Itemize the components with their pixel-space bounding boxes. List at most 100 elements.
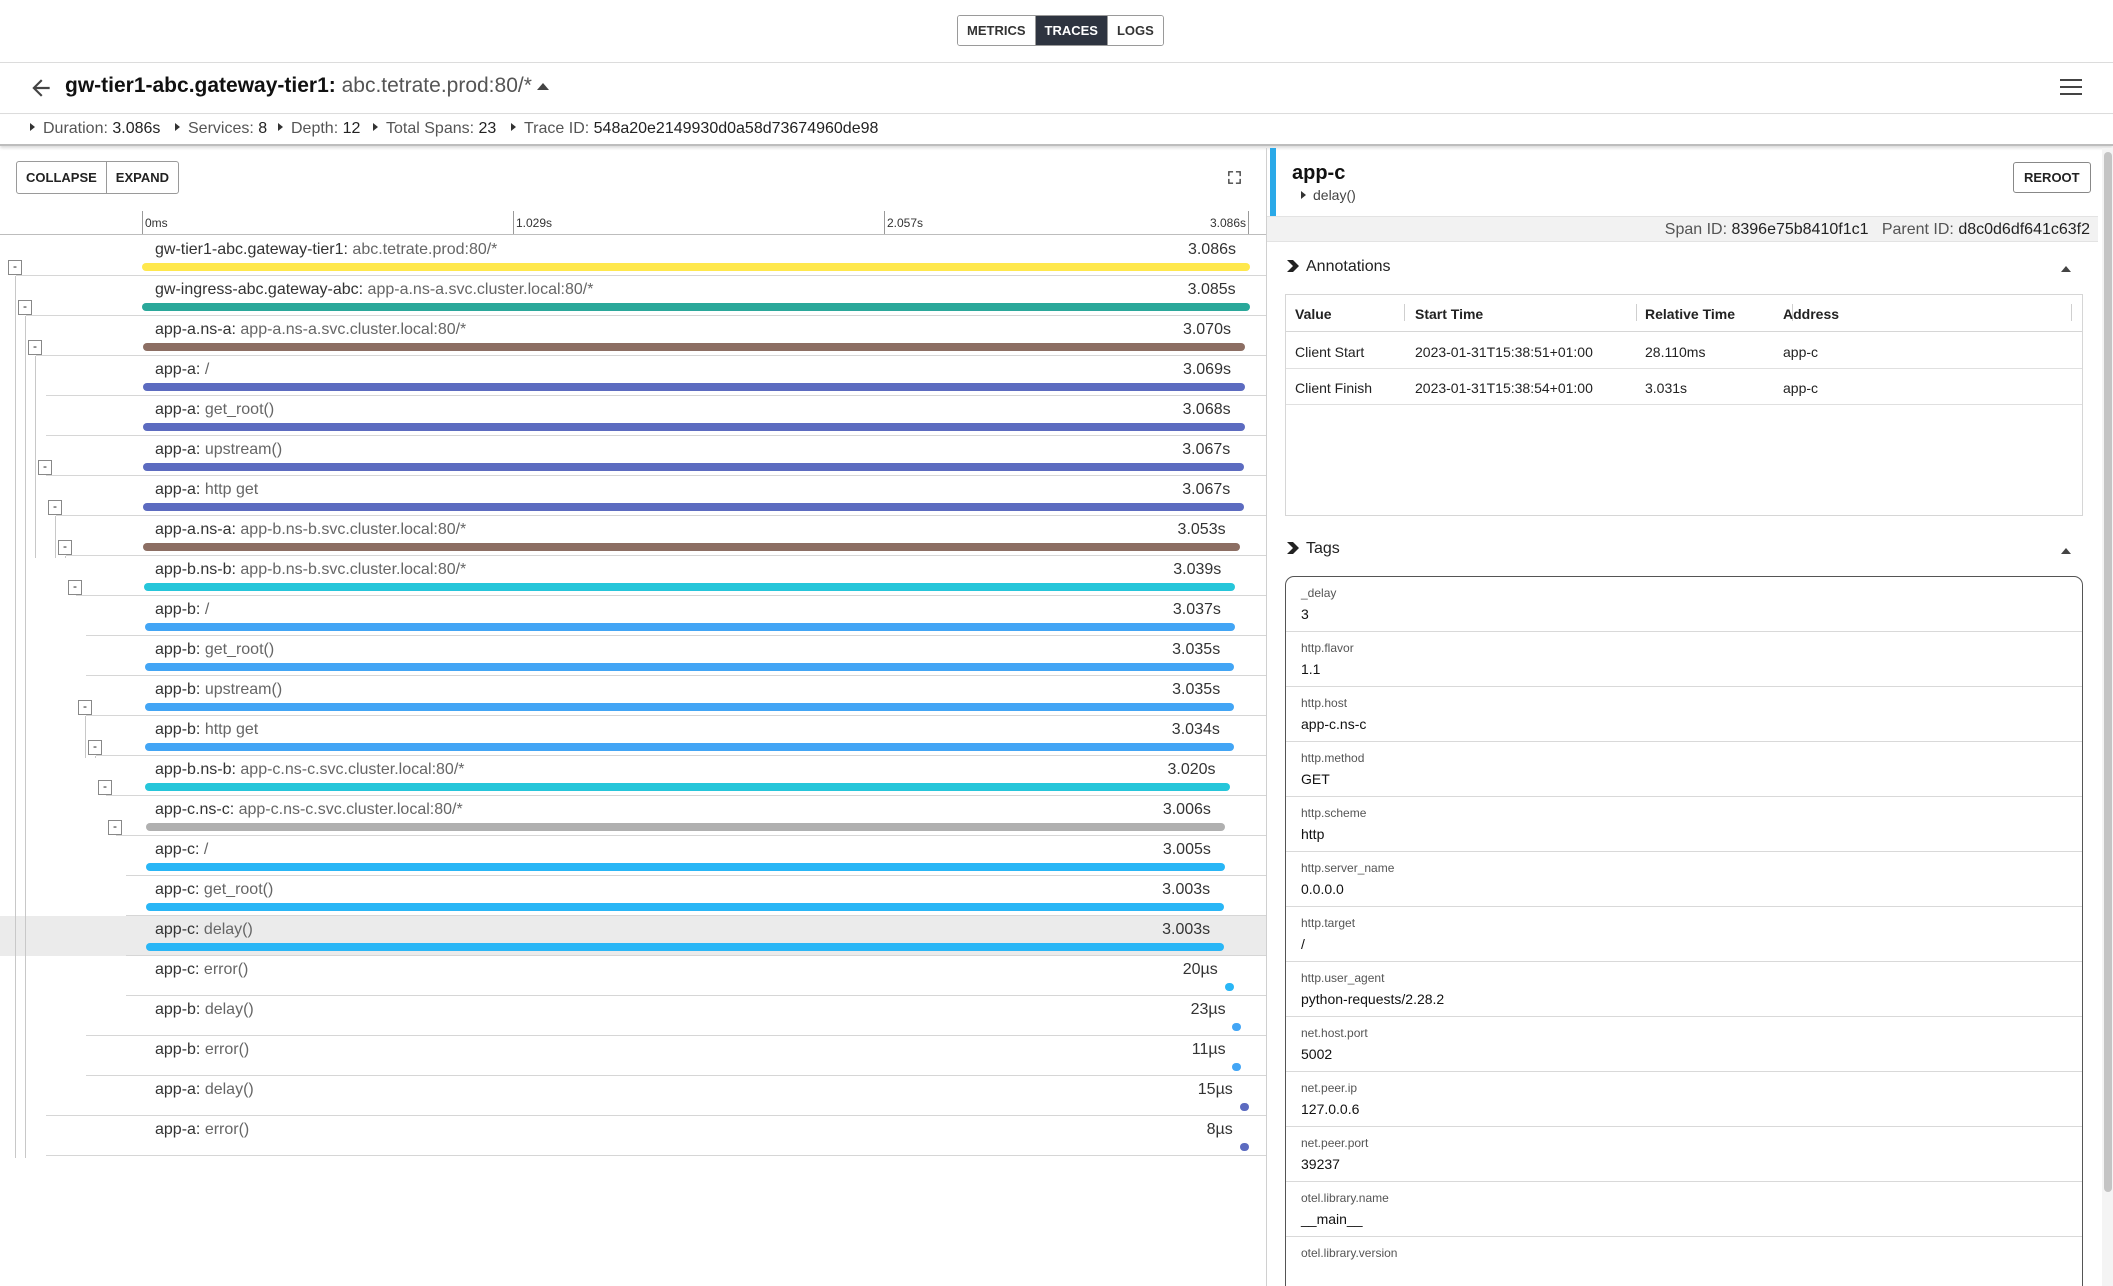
detail-scrollbar[interactable] <box>2102 148 2113 1286</box>
tree-line <box>95 756 96 758</box>
tag-item: _delay 3 <box>1286 577 2082 632</box>
span-service: app-a <box>155 401 196 418</box>
span-row[interactable]: app-a: upstream() 3.067s - <box>0 436 1266 476</box>
span-bar[interactable] <box>143 383 1245 391</box>
collapse-toggle[interactable]: - <box>98 780 112 795</box>
detail-operation[interactable]: delay() <box>1301 187 1356 203</box>
stat-duration[interactable]: Duration: 3.086s <box>30 120 160 138</box>
span-duration: 3.006s <box>1162 801 1211 818</box>
expand-button[interactable]: EXPAND <box>105 162 178 193</box>
span-bar[interactable] <box>142 263 1250 271</box>
collapse-toggle[interactable]: - <box>78 700 92 715</box>
span-row[interactable]: gw-tier1-abc.gateway-tier1: abc.tetrate.… <box>0 236 1266 276</box>
span-bar[interactable] <box>142 343 1245 351</box>
column-header-value[interactable]: Value <box>1295 306 1332 322</box>
collapse-caret-icon[interactable] <box>2061 266 2071 272</box>
back-arrow-icon[interactable] <box>28 75 54 101</box>
span-bar[interactable] <box>1232 1023 1242 1031</box>
span-bar[interactable] <box>144 583 1236 591</box>
collapse-toggle[interactable]: - <box>28 340 42 355</box>
column-header-relative-time[interactable]: Relative Time <box>1645 306 1735 322</box>
tree-line <box>25 316 26 1158</box>
span-row[interactable]: app-a: / 3.069s <box>0 356 1266 396</box>
span-label: app-c: / <box>155 841 209 858</box>
stat-total-spans[interactable]: Total Spans: 23 <box>373 120 496 138</box>
span-bar[interactable] <box>144 663 1235 671</box>
stat-services[interactable]: Services: 8 <box>175 120 267 138</box>
span-bar[interactable] <box>1239 1103 1249 1111</box>
collapse-toggle[interactable]: - <box>8 260 22 275</box>
annotations-section-header[interactable]: Annotations <box>1287 258 1391 276</box>
caret-up-icon[interactable] <box>537 83 549 90</box>
span-row[interactable]: gw-ingress-abc.gateway-abc: app-a.ns-a.s… <box>0 276 1266 316</box>
span-operation: / <box>204 601 210 618</box>
span-bar[interactable] <box>144 703 1235 711</box>
collapse-toggle[interactable]: - <box>108 820 122 835</box>
tab-traces[interactable]: TRACES <box>1034 16 1107 45</box>
tags-section-header[interactable]: Tags <box>1287 540 1340 558</box>
span-row[interactable]: app-a.ns-a: app-b.ns-b.svc.cluster.local… <box>0 516 1266 556</box>
span-bar[interactable] <box>143 463 1245 471</box>
span-bar[interactable] <box>143 543 1240 551</box>
span-row[interactable]: app-c: delay() 3.003s <box>0 916 1266 956</box>
tab-logs[interactable]: LOGS <box>1106 16 1163 45</box>
span-row[interactable]: app-b: delay() 23µs <box>0 996 1266 1036</box>
span-duration: 3.070s <box>1182 321 1231 338</box>
span-operation: abc.tetrate.prod:80/* <box>352 241 498 258</box>
span-row[interactable]: app-b: http get 3.034s - <box>0 716 1266 756</box>
parent-id-value: d8c0d6df641c63f2 <box>1958 221 2090 238</box>
span-row[interactable]: app-a.ns-a: app-a.ns-a.svc.cluster.local… <box>0 316 1266 356</box>
tag-item: http.method GET <box>1286 742 2082 797</box>
span-bar[interactable] <box>145 903 1225 911</box>
span-row[interactable]: app-a: error() 8µs <box>0 1116 1266 1156</box>
collapse-button[interactable]: COLLAPSE <box>17 162 106 193</box>
span-row[interactable]: app-b: / 3.037s <box>0 596 1266 636</box>
span-row[interactable]: app-b.ns-b: app-c.ns-c.svc.cluster.local… <box>0 756 1266 796</box>
span-row[interactable]: app-b.ns-b: app-b.ns-b.svc.cluster.local… <box>0 556 1266 596</box>
collapse-toggle[interactable]: - <box>68 580 82 595</box>
span-row[interactable]: app-c: / 3.005s <box>0 836 1266 876</box>
stat-label: Services: <box>188 120 259 137</box>
span-row[interactable]: app-a: get_root() 3.068s <box>0 396 1266 436</box>
collapse-toggle[interactable]: - <box>18 300 32 315</box>
span-duration: 8µs <box>1206 1121 1233 1138</box>
stat-depth[interactable]: Depth: 12 <box>278 120 360 138</box>
span-bar[interactable] <box>143 503 1245 511</box>
span-bar[interactable] <box>142 303 1250 311</box>
tag-key: otel.library.name <box>1301 1191 1389 1205</box>
collapse-toggle[interactable]: - <box>48 500 62 515</box>
fullscreen-icon[interactable] <box>1226 169 1243 186</box>
span-bar[interactable] <box>144 743 1234 751</box>
span-row[interactable]: app-b: get_root() 3.035s <box>0 636 1266 676</box>
hamburger-menu-icon[interactable] <box>2060 79 2082 97</box>
tree-line <box>15 276 16 1158</box>
span-row[interactable]: app-a: http get 3.067s - <box>0 476 1266 516</box>
span-row[interactable]: app-c: error() 20µs <box>0 956 1266 996</box>
column-header-start-time[interactable]: Start Time <box>1415 306 1483 322</box>
span-bar[interactable] <box>145 943 1225 951</box>
span-bar[interactable] <box>145 823 1225 831</box>
span-row[interactable]: app-c.ns-c: app-c.ns-c.svc.cluster.local… <box>0 796 1266 836</box>
span-bar[interactable] <box>143 423 1245 431</box>
span-bar[interactable] <box>144 623 1235 631</box>
collapse-toggle[interactable]: - <box>58 540 72 555</box>
span-row[interactable]: app-b: upstream() 3.035s - <box>0 676 1266 716</box>
column-header-address[interactable]: Address <box>1783 306 1839 322</box>
span-row[interactable]: app-b: error() 11µs <box>0 1036 1266 1076</box>
trace-header: gw-tier1-abc.gateway-tier1: abc.tetrate.… <box>0 63 2113 114</box>
span-bar[interactable] <box>1224 983 1234 991</box>
span-bar[interactable] <box>145 863 1225 871</box>
span-bar[interactable] <box>1232 1063 1242 1071</box>
tab-metrics[interactable]: METRICS <box>958 16 1035 45</box>
stat-trace-id[interactable]: Trace ID: 548a20e2149930d0a58d73674960de… <box>511 120 878 138</box>
collapse-toggle[interactable]: - <box>38 460 52 475</box>
span-row[interactable]: app-a: delay() 15µs <box>0 1076 1266 1116</box>
tag-key: http.flavor <box>1301 641 1354 655</box>
span-bar[interactable] <box>1239 1143 1249 1151</box>
collapse-caret-icon[interactable] <box>2061 548 2071 554</box>
scrollbar-thumb[interactable] <box>2104 152 2112 1192</box>
reroot-button[interactable]: REROOT <box>2013 162 2091 193</box>
span-row[interactable]: app-c: get_root() 3.003s <box>0 876 1266 916</box>
collapse-toggle[interactable]: - <box>88 740 102 755</box>
span-bar[interactable] <box>145 783 1230 791</box>
